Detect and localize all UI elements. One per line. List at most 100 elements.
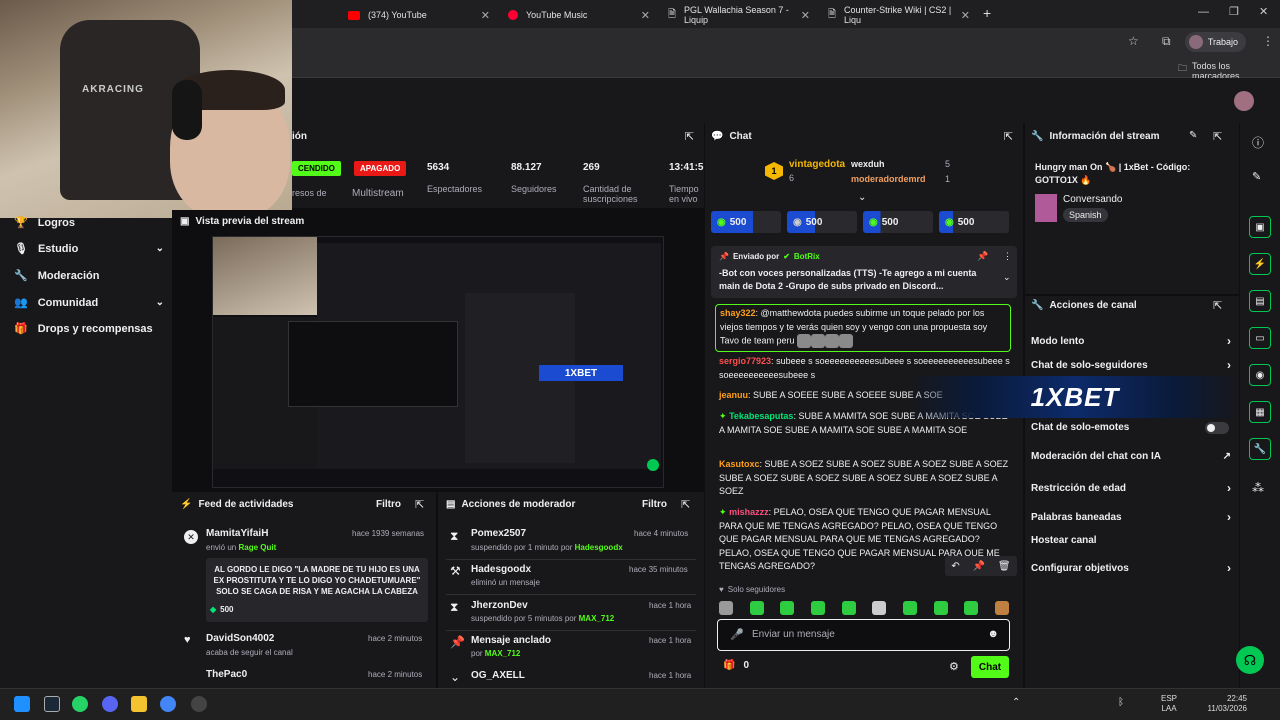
reply-icon[interactable]: ↶ xyxy=(951,561,959,572)
edit-pencil-icon[interactable]: ✎ xyxy=(1252,170,1261,183)
user-avatar[interactable] xyxy=(1234,91,1254,111)
minimize-icon[interactable]: — xyxy=(1198,6,1209,18)
extensions-icon[interactable]: ⧉ xyxy=(1162,34,1171,49)
mod-user[interactable]: Hadesgoodx xyxy=(471,564,531,575)
kick-emote[interactable] xyxy=(841,601,856,615)
layout-icon[interactable]: ▦ xyxy=(1249,401,1271,423)
kebab-menu-icon[interactable]: ⋮ xyxy=(1262,34,1274,48)
kick-emote[interactable] xyxy=(902,601,917,615)
stream-preview-video[interactable]: 1XBET xyxy=(212,236,664,488)
close-icon[interactable]: ✕ xyxy=(801,9,810,22)
emote-only-toggle[interactable] xyxy=(1205,422,1229,434)
host-channel-row[interactable]: Hostear canal xyxy=(1031,535,1231,546)
popout-icon[interactable]: ⇱ xyxy=(685,130,694,143)
popout-icon[interactable]: ⇱ xyxy=(681,498,690,511)
sidebar-item-logros[interactable]: 🏆 Logros xyxy=(14,216,164,230)
broadcast-icon[interactable]: ◉ xyxy=(1249,364,1271,386)
tab-counter-strike-wiki[interactable]: 🗎 Counter-Strike Wiki | CS2 | Liqu ✕ xyxy=(820,4,978,26)
whatsapp-icon[interactable] xyxy=(72,696,88,712)
leader-user[interactable]: vintagedota xyxy=(789,159,845,170)
chat-input[interactable]: 🎤 Enviar un mensaje ☻ xyxy=(717,619,1010,651)
obs-icon[interactable] xyxy=(191,696,207,712)
pin-icon[interactable]: 📌 xyxy=(973,561,985,572)
language-indicator[interactable]: ESP LAA xyxy=(1161,694,1177,714)
chevron-down-icon[interactable]: ⌄ xyxy=(1003,272,1011,283)
mod-user[interactable]: Mensaje anclado xyxy=(471,635,551,646)
close-icon[interactable]: ✕ xyxy=(641,9,650,22)
ai-moderation-row[interactable]: Moderación del chat con IA ↗ xyxy=(1031,451,1231,462)
mod-user[interactable]: Pomex2507 xyxy=(471,528,526,539)
slow-mode-row[interactable]: Modo lento › xyxy=(1031,334,1231,348)
send-chat-button[interactable]: Chat xyxy=(971,656,1009,678)
sidebar-item-drops[interactable]: 🎁 Drops y recompensas xyxy=(14,322,164,336)
popout-icon[interactable]: ⇱ xyxy=(1213,299,1222,312)
expand-leaderboard-icon[interactable]: ⌄ xyxy=(858,192,866,203)
edit-pencil-icon[interactable]: ✎ xyxy=(1189,130,1197,141)
kick-emote[interactable] xyxy=(810,601,825,615)
trash-icon[interactable]: 🗑 xyxy=(998,561,1011,572)
folder-icon[interactable] xyxy=(131,696,147,712)
followers-only-chat-row[interactable]: Chat de solo-seguidores › xyxy=(1031,358,1231,372)
chat-user[interactable]: Tekabesaputas xyxy=(729,411,793,421)
sidebar-item-estudio[interactable]: 🎙 Estudio ⌄ xyxy=(14,242,164,256)
mic-icon[interactable]: 🎤 xyxy=(730,628,744,641)
live-status-badge[interactable]: CENDIDO xyxy=(292,161,341,176)
kick-emote[interactable] xyxy=(964,601,979,615)
popout-icon[interactable]: ⇱ xyxy=(1004,130,1013,143)
popout-icon[interactable]: ⇱ xyxy=(415,498,424,511)
chat-user[interactable]: shay322 xyxy=(720,308,756,318)
chat-message-highlighted[interactable]: shay322: @matthewdota puedes subirme un … xyxy=(715,304,1011,352)
emoji-icon[interactable]: ☻ xyxy=(987,628,999,640)
category-name[interactable]: Conversando xyxy=(1063,194,1122,205)
chat-message[interactable]: Kasutoxc: SUBE A SOEZ SUBE A SOEZ SUBE A… xyxy=(719,458,1013,499)
channel-points[interactable]: 🎁 0 xyxy=(723,660,749,671)
configure-goals-row[interactable]: Configurar objetivos › xyxy=(1031,561,1231,575)
mod-user[interactable]: JherzonDev xyxy=(471,600,528,611)
face-emote[interactable] xyxy=(994,601,1009,615)
gift-tile[interactable]: ◉ 500 xyxy=(787,211,857,233)
emote-only-chat-row[interactable]: Chat de solo-emotes xyxy=(1031,422,1231,434)
chat-user[interactable]: jeanuu xyxy=(719,390,748,400)
document-icon[interactable]: ▤ xyxy=(1249,290,1271,312)
support-headset-icon[interactable]: ☊ xyxy=(1236,646,1264,674)
chrome-icon[interactable] xyxy=(160,696,176,712)
sidebar-item-moderacion[interactable]: 🔧 Moderación xyxy=(14,269,164,283)
windows-start-icon[interactable] xyxy=(14,696,30,712)
restore-icon[interactable]: ❐ xyxy=(1229,5,1239,18)
sidebar-item-comunidad[interactable]: 👥 Comunidad ⌄ xyxy=(14,296,164,310)
window-close-icon[interactable]: ✕ xyxy=(1259,5,1268,18)
multistream-status-badge[interactable]: APAGADO xyxy=(354,161,407,176)
popout-icon[interactable]: ⇱ xyxy=(1213,130,1222,143)
mod-filter-button[interactable]: Filtro xyxy=(642,499,667,510)
feed-user[interactable]: MamitaYifaiH xyxy=(206,528,268,539)
star-icon[interactable]: ☆ xyxy=(1128,34,1139,48)
close-icon[interactable]: ✕ xyxy=(481,9,490,22)
profile-button[interactable]: Trabajo xyxy=(1184,32,1246,52)
wrench-icon[interactable]: 🔧 xyxy=(1249,438,1271,460)
leader-user[interactable]: moderadordemrd xyxy=(851,174,926,184)
kebab-menu-icon[interactable]: ⋮ xyxy=(1003,251,1012,262)
chat-user[interactable]: sergio77923 xyxy=(719,356,771,366)
steam-icon[interactable] xyxy=(44,696,60,712)
soccer-emote[interactable] xyxy=(872,601,887,615)
banned-words-row[interactable]: Palabras baneadas › xyxy=(1031,510,1231,524)
gear-icon[interactable]: ⚙ xyxy=(949,660,959,673)
discord-icon[interactable] xyxy=(102,696,118,712)
tab-youtube[interactable]: (374) YouTube ✕ xyxy=(340,4,498,26)
chat-user[interactable]: mishazzz xyxy=(729,507,769,517)
chat-bubble-icon[interactable]: ▭ xyxy=(1249,327,1271,349)
pin-icon[interactable]: 📌 xyxy=(977,251,988,262)
bluetooth-icon[interactable]: ᛒ xyxy=(1118,697,1124,708)
tab-youtube-music[interactable]: YouTube Music ✕ xyxy=(500,4,658,26)
feed-user[interactable]: ThePac0 xyxy=(206,669,247,680)
chat-user[interactable]: Kasutoxc xyxy=(719,459,760,469)
lightning-icon[interactable]: ⚡ xyxy=(1249,253,1271,275)
feed-filter-button[interactable]: Filtro xyxy=(376,499,401,510)
kick-emote[interactable] xyxy=(780,601,795,615)
screenshot-icon[interactable]: ▣ xyxy=(1249,216,1271,238)
feed-user[interactable]: DavidSon4002 xyxy=(206,633,274,644)
cat-emote[interactable] xyxy=(719,601,733,615)
kick-emote[interactable] xyxy=(933,601,948,615)
tab-pgl-wallachia[interactable]: 🗎 PGL Wallachia Season 7 - Liquip ✕ xyxy=(660,4,818,26)
age-restriction-row[interactable]: Restricción de edad › xyxy=(1031,481,1231,495)
